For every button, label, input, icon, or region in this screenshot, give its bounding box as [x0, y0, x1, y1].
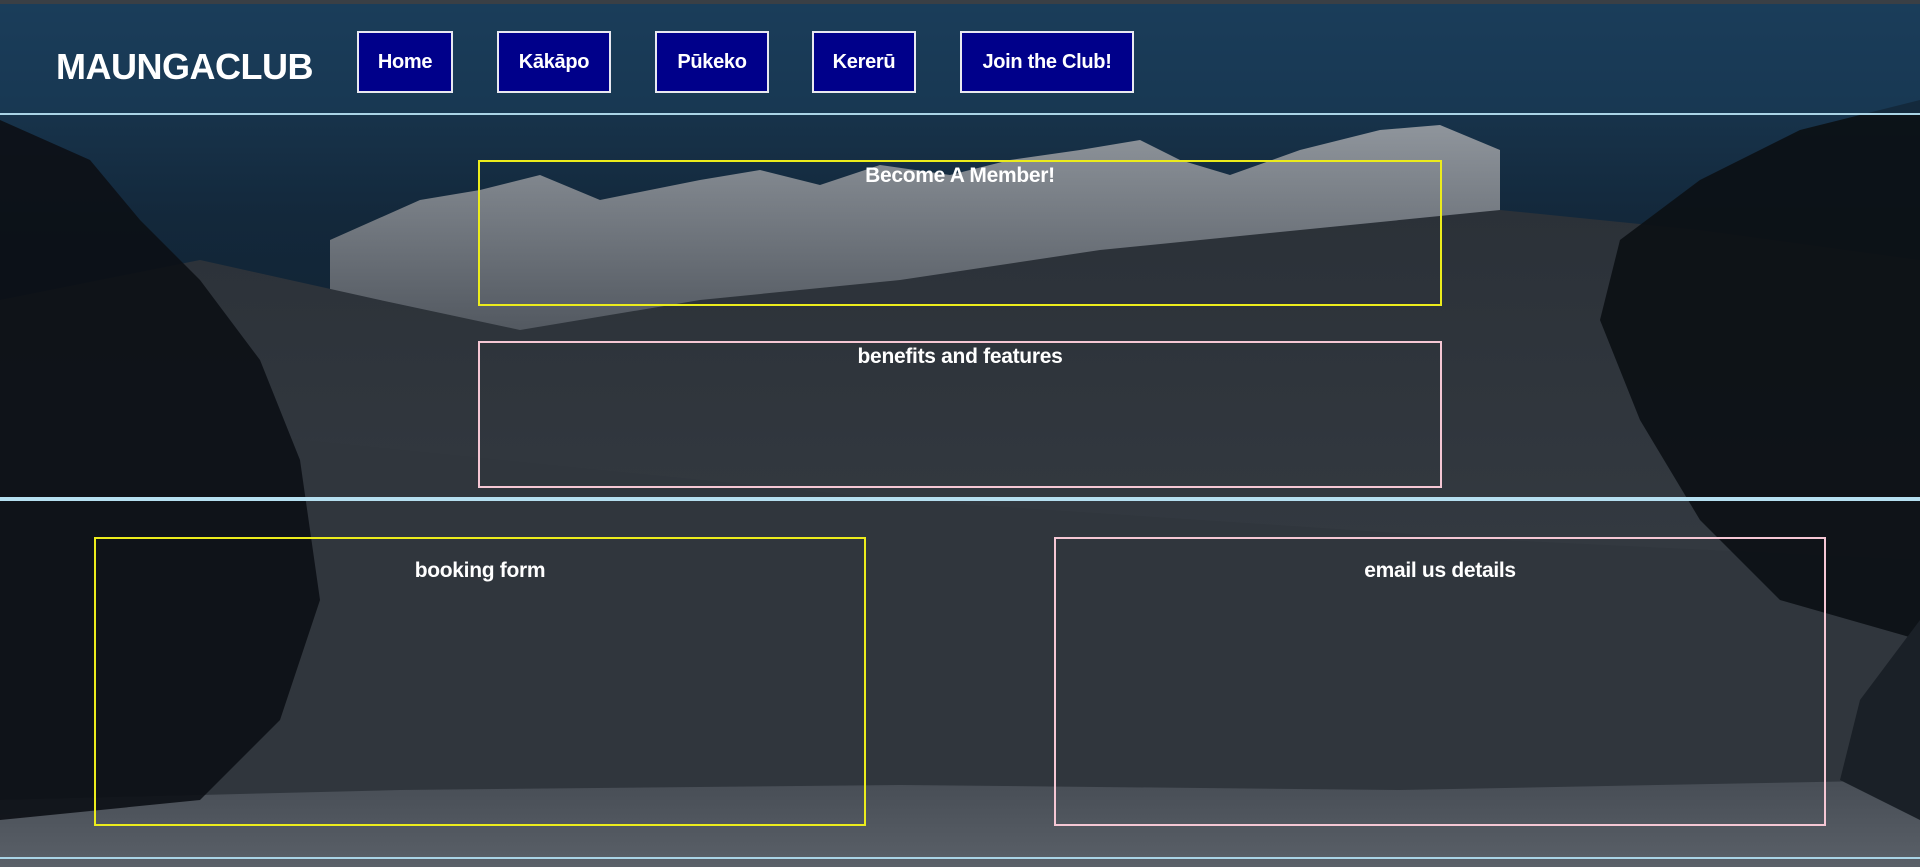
header-divider: [0, 113, 1920, 115]
section-divider: [0, 497, 1920, 501]
benefits-heading: benefits and features: [857, 345, 1063, 368]
benefits-panel: benefits and features: [478, 341, 1442, 488]
email-details-heading: email us details: [1364, 559, 1516, 582]
site-header: MAUNGACLUB Home Kākāpo Pūkeko Kererū Joi…: [0, 4, 1920, 113]
nav-kakapo-button[interactable]: Kākāpo: [497, 31, 611, 93]
svg-text:MAUNGACLUB: MAUNGACLUB: [56, 46, 313, 87]
nav-home-button[interactable]: Home: [357, 31, 453, 93]
maunga-club-logo[interactable]: MAUNGACLUB: [56, 24, 321, 100]
become-member-panel: Become A Member!: [478, 160, 1442, 306]
booking-form-panel: booking form: [94, 537, 866, 826]
nav-pukeko-button[interactable]: Pūkeko: [655, 31, 769, 93]
booking-form-heading: booking form: [414, 559, 546, 582]
nav-kereru-button[interactable]: Kererū: [812, 31, 916, 93]
become-member-heading: Become A Member!: [865, 164, 1055, 187]
footer-divider: [0, 857, 1920, 859]
email-details-panel: email us details: [1054, 537, 1826, 826]
nav-join-club-button[interactable]: Join the Club!: [960, 31, 1134, 93]
